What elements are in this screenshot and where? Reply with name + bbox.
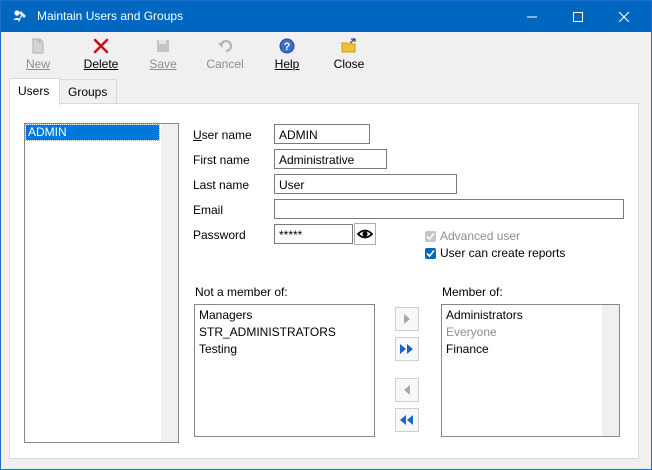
users-tab-panel: ADMIN User name ADMIN First name Adminis… — [9, 103, 639, 459]
list-item[interactable]: ADMIN — [25, 124, 160, 141]
save-button[interactable]: Save — [137, 36, 189, 76]
checkmark-icon — [426, 249, 435, 257]
help-button-label: Help — [274, 57, 300, 71]
tab-users[interactable]: Users — [9, 78, 60, 105]
new-button[interactable]: New — [12, 36, 64, 76]
close-window-button[interactable] — [601, 1, 647, 32]
delete-button[interactable]: Delete — [75, 36, 127, 76]
maximize-button[interactable] — [555, 1, 601, 32]
svg-text:?: ? — [284, 41, 291, 53]
list-item[interactable]: Everyone — [446, 324, 497, 341]
list-item[interactable]: STR_ADMINISTRATORS — [199, 324, 336, 341]
remove-from-group-button[interactable] — [395, 378, 419, 402]
double-arrow-left-icon — [400, 415, 413, 425]
last-name-field[interactable]: User — [274, 174, 457, 194]
tab-groups-label: Groups — [68, 85, 108, 99]
add-all-to-group-button[interactable] — [395, 337, 419, 361]
app-icon — [13, 10, 26, 22]
new-document-icon — [32, 38, 44, 54]
arrow-left-icon — [404, 385, 410, 395]
advanced-user-check-box — [425, 230, 436, 242]
user-name-field[interactable]: ADMIN — [274, 124, 370, 144]
create-reports-check-box — [425, 247, 436, 259]
add-to-group-button[interactable] — [395, 307, 419, 331]
tab-strip: Users Groups — [1, 78, 651, 105]
eye-icon — [357, 229, 373, 239]
list-item[interactable]: Finance — [446, 341, 489, 358]
password-field[interactable]: ***** — [274, 224, 353, 244]
remove-all-from-group-button[interactable] — [395, 408, 419, 432]
toolbar: New Delete Save Cancel ? Help Close — [1, 32, 651, 78]
tab-groups[interactable]: Groups — [59, 79, 117, 104]
new-button-label: New — [25, 57, 50, 71]
save-disk-icon — [157, 40, 169, 52]
advanced-user-label: Advanced user — [440, 229, 521, 243]
user-item-label: ADMIN — [28, 125, 67, 139]
first-name-label: First name — [193, 153, 250, 167]
email-field[interactable] — [274, 199, 624, 219]
not-member-listbox[interactable]: Managers STR_ADMINISTRATORS Testing — [194, 304, 375, 437]
checkmark-icon — [426, 232, 435, 240]
first-name-field[interactable]: Administrative — [274, 149, 387, 169]
undo-icon — [218, 39, 233, 53]
close-icon — [619, 11, 629, 22]
cancel-button[interactable]: Cancel — [199, 36, 251, 76]
list-item[interactable]: Managers — [199, 307, 252, 324]
help-question-icon: ? — [279, 38, 295, 54]
cancel-button-label: Cancel — [206, 57, 244, 71]
member-of-listbox[interactable]: Administrators Everyone Finance — [441, 304, 620, 437]
tab-users-label: Users — [18, 84, 50, 98]
maximize-icon — [573, 11, 583, 22]
email-label: Email — [193, 203, 224, 217]
create-reports-label: User can create reports — [440, 246, 566, 260]
save-button-label: Save — [149, 57, 177, 71]
delete-x-icon — [93, 38, 109, 54]
close-button[interactable]: Close — [323, 36, 375, 76]
member-of-label: Member of: — [442, 285, 503, 299]
arrow-right-icon — [404, 314, 410, 324]
create-reports-checkbox[interactable]: User can create reports — [425, 246, 565, 260]
list-item[interactable]: Testing — [199, 341, 237, 358]
window-title: Maintain Users and Groups — [37, 9, 184, 23]
minimize-button[interactable] — [509, 1, 555, 32]
title-bar[interactable]: Maintain Users and Groups — [1, 1, 651, 32]
minimize-icon — [527, 16, 537, 17]
help-button[interactable]: ? Help — [261, 36, 313, 76]
maintain-users-window: Maintain Users and Groups New Delete Sav… — [0, 0, 652, 470]
close-button-label: Close — [333, 57, 365, 71]
users-listbox[interactable]: ADMIN — [24, 123, 179, 443]
member-scrollbar[interactable] — [602, 305, 619, 436]
delete-button-label: Delete — [83, 57, 119, 71]
close-folder-icon — [341, 38, 356, 53]
password-label: Password — [193, 228, 246, 242]
show-password-button[interactable] — [354, 223, 376, 245]
last-name-label: Last name — [193, 178, 250, 192]
users-scrollbar[interactable] — [161, 124, 178, 442]
user-name-label-text: ser name — [201, 128, 252, 142]
not-member-label: Not a member of: — [195, 285, 288, 299]
double-arrow-right-icon — [400, 344, 413, 354]
user-name-label: User name — [193, 128, 252, 142]
list-item[interactable]: Administrators — [446, 307, 523, 324]
advanced-user-checkbox[interactable]: Advanced user — [425, 229, 520, 243]
